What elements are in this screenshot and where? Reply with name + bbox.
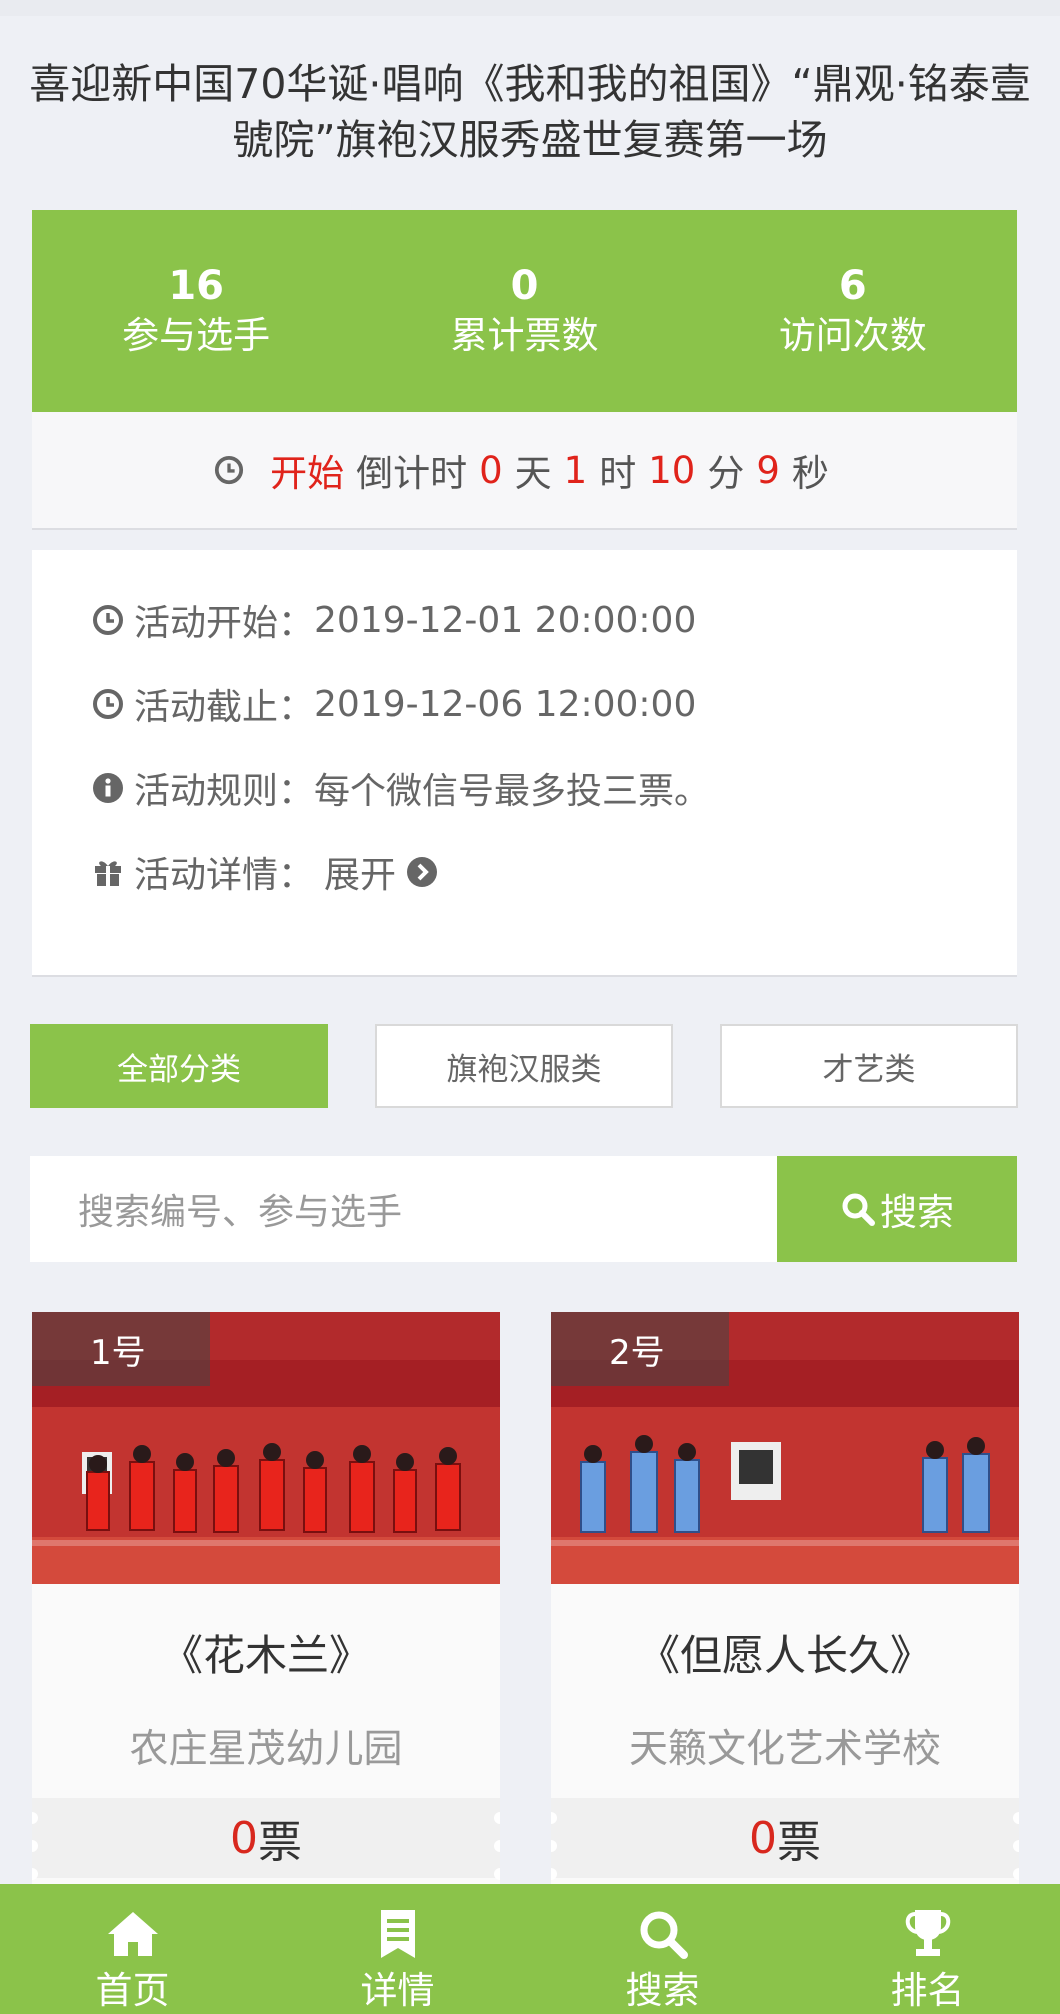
stat-value: 0 [510, 263, 539, 309]
entry-votes: 0 票 [551, 1798, 1019, 1878]
info-end-label: 活动截止： [134, 687, 315, 728]
info-start-value: 2019-12-01 20:00:00 [314, 599, 697, 641]
stat-value: 16 [168, 263, 224, 309]
countdown-status: 开始 [270, 452, 345, 495]
search-input[interactable]: 搜索编号、参与选手 [30, 1156, 777, 1262]
clock-icon [93, 689, 123, 719]
stats-panel: 16 参与选手 0 累计票数 6 访问次数 [32, 210, 1017, 412]
trophy-icon [905, 1910, 950, 1956]
ticket-notch [494, 1812, 500, 1824]
entry-votes: 0 票 [32, 1798, 500, 1878]
countdown-hours: 1 [563, 448, 588, 492]
entry-vote-unit: 票 [777, 1817, 821, 1868]
countdown-seconds: 9 [756, 448, 780, 492]
info-rules-value: 每个微信号最多投三票。 [314, 771, 711, 812]
info-start-label: 活动开始： [134, 603, 315, 644]
nav-home[interactable]: 首页 [0, 1884, 265, 2014]
search-button[interactable]: 搜索 [777, 1156, 1017, 1262]
countdown-hours-unit: 时 [599, 452, 637, 495]
tab-talent[interactable]: 才艺类 [720, 1024, 1018, 1108]
stat-label: 累计票数 [450, 314, 599, 357]
entry-vote-unit: 票 [258, 1817, 302, 1868]
info-end-value: 2019-12-06 12:00:00 [314, 683, 697, 725]
bookmark-icon [380, 1910, 415, 1958]
stat-total-votes: 0 累计票数 [360, 261, 688, 361]
activity-info-panel: 活动开始： 2019-12-01 20:00:00 活动截止： 2019-12-… [32, 550, 1017, 977]
entry-card[interactable]: 1号 《花木兰》 农庄星茂幼儿园 0 票 [32, 1312, 500, 1888]
details-expand-link[interactable]: 展开 [324, 846, 438, 898]
countdown-minutes-unit: 分 [707, 452, 745, 495]
ticket-notch [1013, 1868, 1019, 1880]
ticket-notch [494, 1868, 500, 1880]
nav-search-label: 搜索 [625, 1969, 700, 2012]
nav-ranking-label: 排名 [890, 1969, 965, 2012]
ticket-notch [494, 1840, 500, 1852]
entry-number-badge: 2号 [551, 1312, 729, 1386]
search-icon [842, 1193, 875, 1226]
entry-vote-count: 0 [230, 1812, 258, 1864]
entry-title: 《花木兰》 [160, 1631, 371, 1680]
nav-search[interactable]: 搜索 [530, 1884, 795, 2014]
status-strip [0, 0, 1060, 16]
details-expand-label: 展开 [324, 855, 397, 896]
bottom-nav: 首页 详情 搜索 排名 [0, 1884, 1060, 2014]
stat-value: 6 [838, 263, 867, 309]
countdown-prefix: 倒计时 [356, 452, 468, 495]
chevron-right-circle-icon [407, 857, 438, 887]
countdown-days-unit: 天 [514, 452, 552, 495]
entry-number-badge: 1号 [32, 1312, 210, 1386]
search-button-label: 搜索 [880, 1191, 954, 1234]
info-end-row: 活动截止： 2019-12-06 12:00:00 [92, 679, 696, 729]
stat-label: 访问次数 [778, 314, 927, 357]
nav-details-label: 详情 [360, 1969, 435, 2012]
stat-participants: 16 参与选手 [32, 261, 360, 361]
entry-card[interactable]: 2号 《但愿人长久》 天籁文化艺术学校 0 票 [551, 1312, 1019, 1888]
gift-icon [95, 861, 121, 886]
info-rules-row: 活动规则： 每个微信号最多投三票。 [92, 763, 710, 813]
home-icon [107, 1912, 158, 1956]
entry-vote-count: 0 [749, 1812, 777, 1864]
nav-ranking[interactable]: 排名 [795, 1884, 1060, 2014]
stat-visits: 6 访问次数 [689, 261, 1017, 361]
info-details-label: 活动详情： [134, 855, 315, 896]
clock-icon [215, 455, 244, 485]
countdown-days: 0 [479, 448, 503, 492]
entry-organization: 农庄星茂幼儿园 [129, 1727, 403, 1772]
countdown-minutes: 10 [648, 448, 696, 492]
page-title: 喜迎新中国70华诞·唱响《我和我的祖国》“鼎观·铭泰壹號院”旗袍汉服秀盛世复赛第… [29, 60, 1031, 164]
tab-qipao-hanfu[interactable]: 旗袍汉服类 [375, 1024, 673, 1108]
info-details-row: 活动详情： 展开 [92, 847, 438, 897]
info-rules-label: 活动规则： [134, 771, 315, 812]
info-start-row: 活动开始： 2019-12-01 20:00:00 [92, 595, 696, 645]
clock-icon [93, 605, 123, 635]
entry-organization: 天籁文化艺术学校 [628, 1727, 941, 1772]
ticket-notch [1013, 1812, 1019, 1824]
search-icon [640, 1911, 688, 1959]
countdown-bar: 开始 倒计时 0 天 1 时 10 分 9 秒 [32, 412, 1017, 530]
nav-home-label: 首页 [95, 1969, 170, 2012]
tab-all-categories[interactable]: 全部分类 [30, 1024, 328, 1108]
stat-label: 参与选手 [122, 314, 271, 357]
entry-title: 《但愿人长久》 [637, 1631, 932, 1680]
ticket-notch [1013, 1840, 1019, 1852]
info-icon [93, 773, 123, 803]
nav-details[interactable]: 详情 [265, 1884, 530, 2014]
countdown-seconds-unit: 秒 [791, 452, 829, 495]
